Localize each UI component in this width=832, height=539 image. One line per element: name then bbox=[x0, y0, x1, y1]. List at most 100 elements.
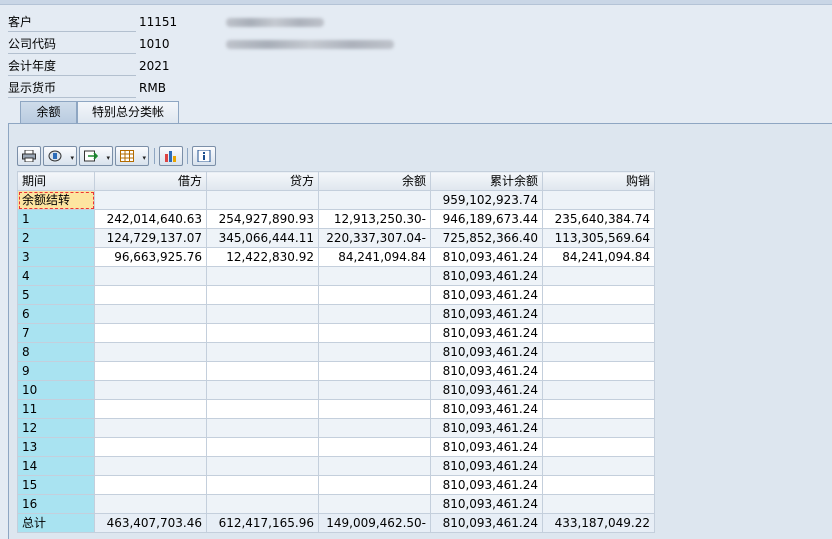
cell-sales[interactable] bbox=[542, 190, 655, 210]
cell-cumulative-balance[interactable]: 810,093,461.24 bbox=[430, 285, 543, 305]
cell-cumulative-balance[interactable]: 810,093,461.24 bbox=[430, 475, 543, 495]
cell-debit[interactable]: 124,729,137.07 bbox=[94, 228, 207, 248]
cell-cumulative-balance[interactable]: 959,102,923.74 bbox=[430, 190, 543, 210]
table-row[interactable]: 15 810,093,461.24 bbox=[17, 475, 655, 495]
cell-sales[interactable]: 235,640,384.74 bbox=[542, 209, 655, 229]
table-row[interactable]: 16 810,093,461.24 bbox=[17, 494, 655, 514]
cell-credit[interactable]: 612,417,165.96 bbox=[206, 513, 319, 533]
cell-cumulative-balance[interactable]: 810,093,461.24 bbox=[430, 399, 543, 419]
cell-sales[interactable] bbox=[542, 266, 655, 286]
table-row[interactable]: 12 810,093,461.24 bbox=[17, 418, 655, 438]
cell-credit[interactable] bbox=[206, 285, 319, 305]
cell-balance[interactable]: 220,337,307.04- bbox=[318, 228, 431, 248]
cell-balance[interactable] bbox=[318, 190, 431, 210]
cell-period[interactable]: 11 bbox=[17, 399, 95, 419]
cell-balance[interactable] bbox=[318, 342, 431, 362]
cell-credit[interactable] bbox=[206, 399, 319, 419]
table-row[interactable]: 14 810,093,461.24 bbox=[17, 456, 655, 476]
cell-debit[interactable] bbox=[94, 437, 207, 457]
cell-sales[interactable] bbox=[542, 475, 655, 495]
table-row[interactable]: 6 810,093,461.24 bbox=[17, 304, 655, 324]
cell-cumulative-balance[interactable]: 810,093,461.24 bbox=[430, 342, 543, 362]
cell-cumulative-balance[interactable]: 810,093,461.24 bbox=[430, 266, 543, 286]
cell-credit[interactable] bbox=[206, 456, 319, 476]
cell-sales[interactable] bbox=[542, 361, 655, 381]
cell-credit[interactable] bbox=[206, 494, 319, 514]
column-header-credit[interactable]: 贷方 bbox=[206, 171, 319, 191]
cell-period[interactable]: 2 bbox=[17, 228, 95, 248]
cell-credit[interactable] bbox=[206, 475, 319, 495]
cell-debit[interactable] bbox=[94, 190, 207, 210]
cell-debit[interactable] bbox=[94, 399, 207, 419]
cell-cumulative-balance[interactable]: 810,093,461.24 bbox=[430, 418, 543, 438]
cell-credit[interactable] bbox=[206, 266, 319, 286]
chart-button[interactable] bbox=[159, 146, 183, 166]
total-row[interactable]: 总计 463,407,703.46 612,417,165.96 149,009,46… bbox=[17, 513, 655, 533]
cell-sales[interactable] bbox=[542, 456, 655, 476]
cell-cumulative-balance[interactable]: 810,093,461.24 bbox=[430, 323, 543, 343]
cell-debit[interactable] bbox=[94, 418, 207, 438]
cell-balance[interactable] bbox=[318, 304, 431, 324]
cell-period[interactable]: 10 bbox=[17, 380, 95, 400]
cell-sales[interactable] bbox=[542, 323, 655, 343]
cell-cumulative-balance[interactable]: 810,093,461.24 bbox=[430, 304, 543, 324]
cell-period[interactable]: 7 bbox=[17, 323, 95, 343]
table-row[interactable]: 8 810,093,461.24 bbox=[17, 342, 655, 362]
cell-balance[interactable] bbox=[318, 494, 431, 514]
cell-debit[interactable] bbox=[94, 285, 207, 305]
cell-debit[interactable] bbox=[94, 494, 207, 514]
table-row[interactable]: 4 810,093,461.24 bbox=[17, 266, 655, 286]
cell-debit[interactable]: 463,407,703.46 bbox=[94, 513, 207, 533]
cell-credit[interactable] bbox=[206, 437, 319, 457]
cell-sales[interactable] bbox=[542, 342, 655, 362]
tab-special-gl[interactable]: 特别总分类帐 bbox=[77, 101, 179, 123]
cell-debit[interactable] bbox=[94, 266, 207, 286]
cell-period[interactable]: 余额结转 bbox=[17, 190, 95, 210]
cell-credit[interactable]: 12,422,830.92 bbox=[206, 247, 319, 267]
cell-credit[interactable]: 345,066,444.11 bbox=[206, 228, 319, 248]
cell-sales[interactable] bbox=[542, 494, 655, 514]
cell-balance[interactable] bbox=[318, 437, 431, 457]
cell-debit[interactable] bbox=[94, 361, 207, 381]
cell-sales[interactable] bbox=[542, 304, 655, 324]
cell-period[interactable]: 12 bbox=[17, 418, 95, 438]
table-row[interactable]: 11 810,093,461.24 bbox=[17, 399, 655, 419]
table-row[interactable]: 3 96,663,925.76 12,422,830.92 84,241,094.84… bbox=[17, 247, 655, 267]
cell-debit[interactable] bbox=[94, 380, 207, 400]
table-row[interactable]: 10 810,093,461.24 bbox=[17, 380, 655, 400]
cell-debit[interactable]: 96,663,925.76 bbox=[94, 247, 207, 267]
cell-debit[interactable]: 242,014,640.63 bbox=[94, 209, 207, 229]
cell-cumulative-balance[interactable]: 810,093,461.24 bbox=[430, 456, 543, 476]
cell-credit[interactable] bbox=[206, 418, 319, 438]
cell-period[interactable]: 8 bbox=[17, 342, 95, 362]
cell-cumulative-balance[interactable]: 810,093,461.24 bbox=[430, 437, 543, 457]
table-row[interactable]: 5 810,093,461.24 bbox=[17, 285, 655, 305]
cell-sales[interactable] bbox=[542, 380, 655, 400]
cell-cumulative-balance[interactable]: 810,093,461.24 bbox=[430, 380, 543, 400]
cell-sales[interactable] bbox=[542, 418, 655, 438]
column-header-sales[interactable]: 购销 bbox=[542, 171, 655, 191]
info-button[interactable] bbox=[192, 146, 216, 166]
table-row[interactable]: 2 124,729,137.07 345,066,444.11 220,337,307… bbox=[17, 228, 655, 248]
cell-balance[interactable] bbox=[318, 475, 431, 495]
cell-period[interactable]: 15 bbox=[17, 475, 95, 495]
table-row[interactable]: 9 810,093,461.24 bbox=[17, 361, 655, 381]
cell-period[interactable]: 5 bbox=[17, 285, 95, 305]
cell-credit[interactable]: 254,927,890.93 bbox=[206, 209, 319, 229]
cell-period[interactable]: 4 bbox=[17, 266, 95, 286]
cell-cumulative-balance[interactable]: 810,093,461.24 bbox=[430, 513, 543, 533]
cell-credit[interactable] bbox=[206, 380, 319, 400]
filter-button[interactable]: ▾ bbox=[43, 146, 77, 166]
table-row[interactable]: 13 810,093,461.24 bbox=[17, 437, 655, 457]
cell-cumulative-balance[interactable]: 810,093,461.24 bbox=[430, 494, 543, 514]
table-row[interactable]: 7 810,093,461.24 bbox=[17, 323, 655, 343]
cell-period[interactable]: 3 bbox=[17, 247, 95, 267]
cell-balance[interactable] bbox=[318, 285, 431, 305]
cell-cumulative-balance[interactable]: 810,093,461.24 bbox=[430, 361, 543, 381]
cell-sales[interactable] bbox=[542, 437, 655, 457]
cell-period[interactable]: 总计 bbox=[17, 513, 95, 533]
tab-balance[interactable]: 余额 bbox=[20, 101, 77, 124]
column-header-balance[interactable]: 余额 bbox=[318, 171, 431, 191]
cell-credit[interactable] bbox=[206, 361, 319, 381]
cell-sales[interactable] bbox=[542, 285, 655, 305]
